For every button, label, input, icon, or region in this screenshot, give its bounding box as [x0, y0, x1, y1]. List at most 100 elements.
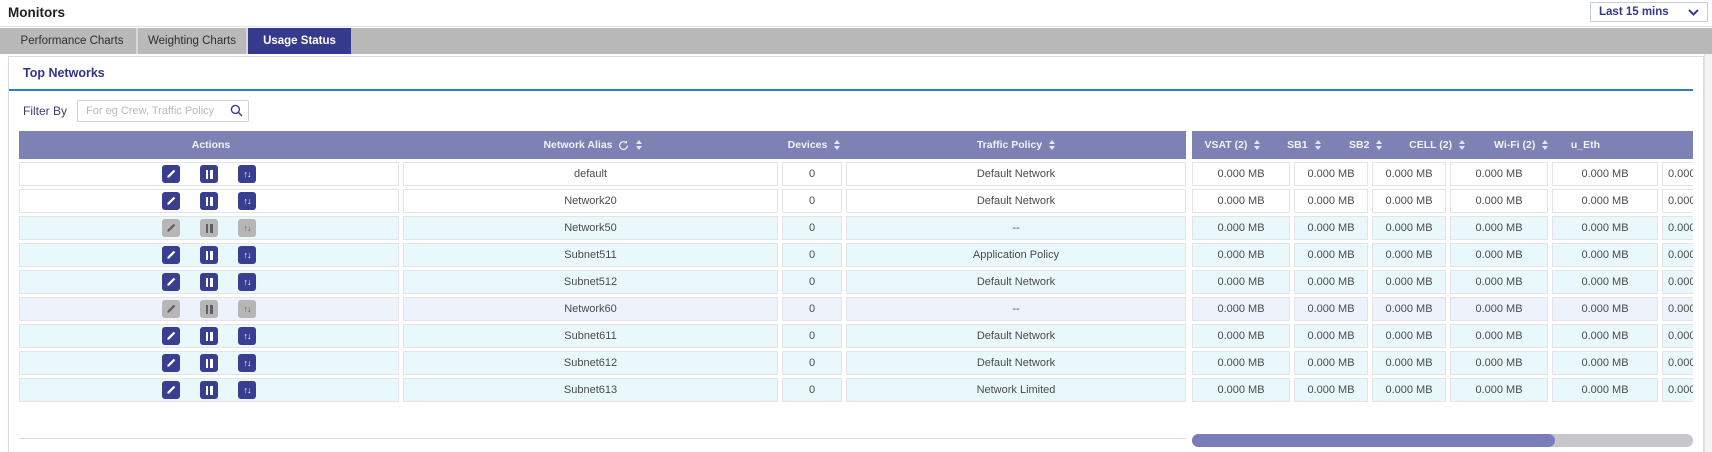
pause-button[interactable]	[200, 354, 218, 372]
pencil-icon	[166, 169, 176, 179]
reorder-button[interactable]: ↑↓	[238, 273, 256, 291]
column-header-vsat[interactable]: VSAT (2)	[1192, 139, 1273, 151]
sort-toggle[interactable]	[834, 140, 840, 150]
filter-row: Filter By	[23, 99, 249, 123]
edit-button[interactable]	[162, 381, 180, 399]
edit-button[interactable]	[162, 327, 180, 345]
up-down-arrows-icon: ↑↓	[244, 332, 251, 341]
filter-search-input[interactable]	[77, 100, 249, 122]
usage-cell-sb2: 0.000 MB	[1372, 216, 1446, 240]
traffic-policy-cell: --	[846, 216, 1186, 240]
devices-cell: 0	[782, 216, 842, 240]
usage-cell-u_eth: 0.000 MB	[1662, 189, 1693, 213]
traffic-policy-cell: --	[846, 297, 1186, 321]
pause-button[interactable]	[200, 165, 218, 183]
usage-cell-vsat: 0.000 MB	[1192, 243, 1290, 267]
reorder-button[interactable]: ↑↓	[238, 354, 256, 372]
reorder-button[interactable]: ↑↓	[238, 327, 256, 345]
usage-cell-wifi: 0.000 MB	[1552, 297, 1658, 321]
column-header-u_eth: u_Eth	[1565, 139, 1693, 151]
reorder-button[interactable]: ↑↓	[238, 300, 256, 318]
edit-button[interactable]	[162, 219, 180, 237]
column-header-cell[interactable]: CELL (2)	[1397, 139, 1478, 151]
reorder-button[interactable]: ↑↓	[238, 192, 256, 210]
usage-cell-cell: 0.000 MB	[1450, 324, 1548, 348]
pause-button[interactable]	[200, 219, 218, 237]
network-alias-cell: default	[403, 162, 778, 186]
horizontal-scrollbar-track[interactable]	[1192, 434, 1693, 447]
sort-toggle[interactable]	[1254, 140, 1260, 150]
pause-button[interactable]	[200, 246, 218, 264]
pause-button[interactable]	[200, 327, 218, 345]
column-header-sb2[interactable]: SB2	[1335, 139, 1397, 151]
usage-cell-cell: 0.000 MB	[1450, 297, 1548, 321]
table-header-row: Actions Network Alias Devices Traffic Po…	[19, 131, 1693, 159]
reorder-button[interactable]: ↑↓	[238, 246, 256, 264]
network-alias-cell: Subnet611	[403, 324, 778, 348]
edit-button[interactable]	[162, 165, 180, 183]
tab-weighting-charts[interactable]: Weighting Charts	[138, 28, 248, 54]
usage-cell-vsat: 0.000 MB	[1192, 297, 1290, 321]
column-header-traffic-policy[interactable]: Traffic Policy	[846, 139, 1186, 151]
traffic-policy-cell: Default Network	[846, 324, 1186, 348]
sort-toggle[interactable]	[1376, 140, 1382, 150]
edit-button[interactable]	[162, 192, 180, 210]
usage-cell-cell: 0.000 MB	[1450, 162, 1548, 186]
column-header-devices[interactable]: Devices	[782, 139, 846, 151]
sort-toggle[interactable]	[1315, 140, 1321, 150]
usage-cell-u_eth: 0.000 MB	[1662, 162, 1693, 186]
top-networks-panel: Top Networks Filter By Actions Network A…	[8, 56, 1704, 452]
reorder-button[interactable]: ↑↓	[238, 381, 256, 399]
table-row: ↑↓ Subnet512 0 Default Network 0.000 MB0…	[19, 270, 1693, 294]
pause-icon	[206, 224, 213, 233]
sort-toggle[interactable]	[1459, 140, 1465, 150]
tab-usage-status[interactable]: Usage Status	[248, 28, 351, 54]
sort-toggle[interactable]	[636, 140, 642, 150]
pencil-icon	[166, 223, 176, 233]
reorder-button[interactable]: ↑↓	[238, 165, 256, 183]
pause-icon	[206, 332, 213, 341]
usage-cell-vsat: 0.000 MB	[1192, 324, 1290, 348]
column-header-wifi[interactable]: Wi-Fi (2)	[1478, 139, 1565, 151]
usage-cell-sb1: 0.000 MB	[1294, 378, 1368, 402]
reorder-button[interactable]: ↑↓	[238, 219, 256, 237]
edit-button[interactable]	[162, 273, 180, 291]
network-alias-cell: Network20	[403, 189, 778, 213]
usage-cell-wifi: 0.000 MB	[1552, 351, 1658, 375]
usage-cell-sb2: 0.000 MB	[1372, 324, 1446, 348]
column-header-sb1[interactable]: SB1	[1273, 139, 1335, 151]
search-icon[interactable]	[230, 104, 243, 117]
column-header-network-alias[interactable]: Network Alias	[403, 139, 782, 151]
time-range-dropdown[interactable]: Last 15 mins	[1590, 2, 1708, 22]
edit-button[interactable]	[162, 300, 180, 318]
refresh-icon[interactable]	[618, 140, 629, 151]
pause-button[interactable]	[200, 192, 218, 210]
usage-cell-sb1: 0.000 MB	[1294, 270, 1368, 294]
pause-button[interactable]	[200, 273, 218, 291]
network-alias-cell: Subnet612	[403, 351, 778, 375]
tab-performance-charts[interactable]: Performance Charts	[8, 28, 138, 54]
edit-button[interactable]	[162, 354, 180, 372]
pencil-icon	[166, 358, 176, 368]
usage-cell-sb2: 0.000 MB	[1372, 378, 1446, 402]
edit-button[interactable]	[162, 246, 180, 264]
usage-cell-u_eth: 0.000 MB	[1662, 297, 1693, 321]
traffic-policy-cell: Default Network	[846, 189, 1186, 213]
usage-cell-cell: 0.000 MB	[1450, 243, 1548, 267]
pause-button[interactable]	[200, 300, 218, 318]
pause-button[interactable]	[200, 381, 218, 399]
page-title: Monitors	[8, 5, 65, 20]
sort-toggle[interactable]	[1049, 140, 1055, 150]
devices-cell: 0	[782, 351, 842, 375]
traffic-policy-cell: Application Policy	[846, 243, 1186, 267]
vertical-scrollbar-rail[interactable]	[1704, 54, 1712, 452]
sort-toggle[interactable]	[1542, 140, 1548, 150]
devices-cell: 0	[782, 270, 842, 294]
usage-cell-cell: 0.000 MB	[1450, 378, 1548, 402]
column-label: Devices	[788, 139, 828, 151]
up-down-arrows-icon: ↑↓	[244, 170, 251, 179]
devices-cell: 0	[782, 162, 842, 186]
network-alias-cell: Subnet512	[403, 270, 778, 294]
horizontal-scrollbar-thumb[interactable]	[1192, 434, 1555, 447]
column-label: Network Alias	[543, 139, 612, 151]
